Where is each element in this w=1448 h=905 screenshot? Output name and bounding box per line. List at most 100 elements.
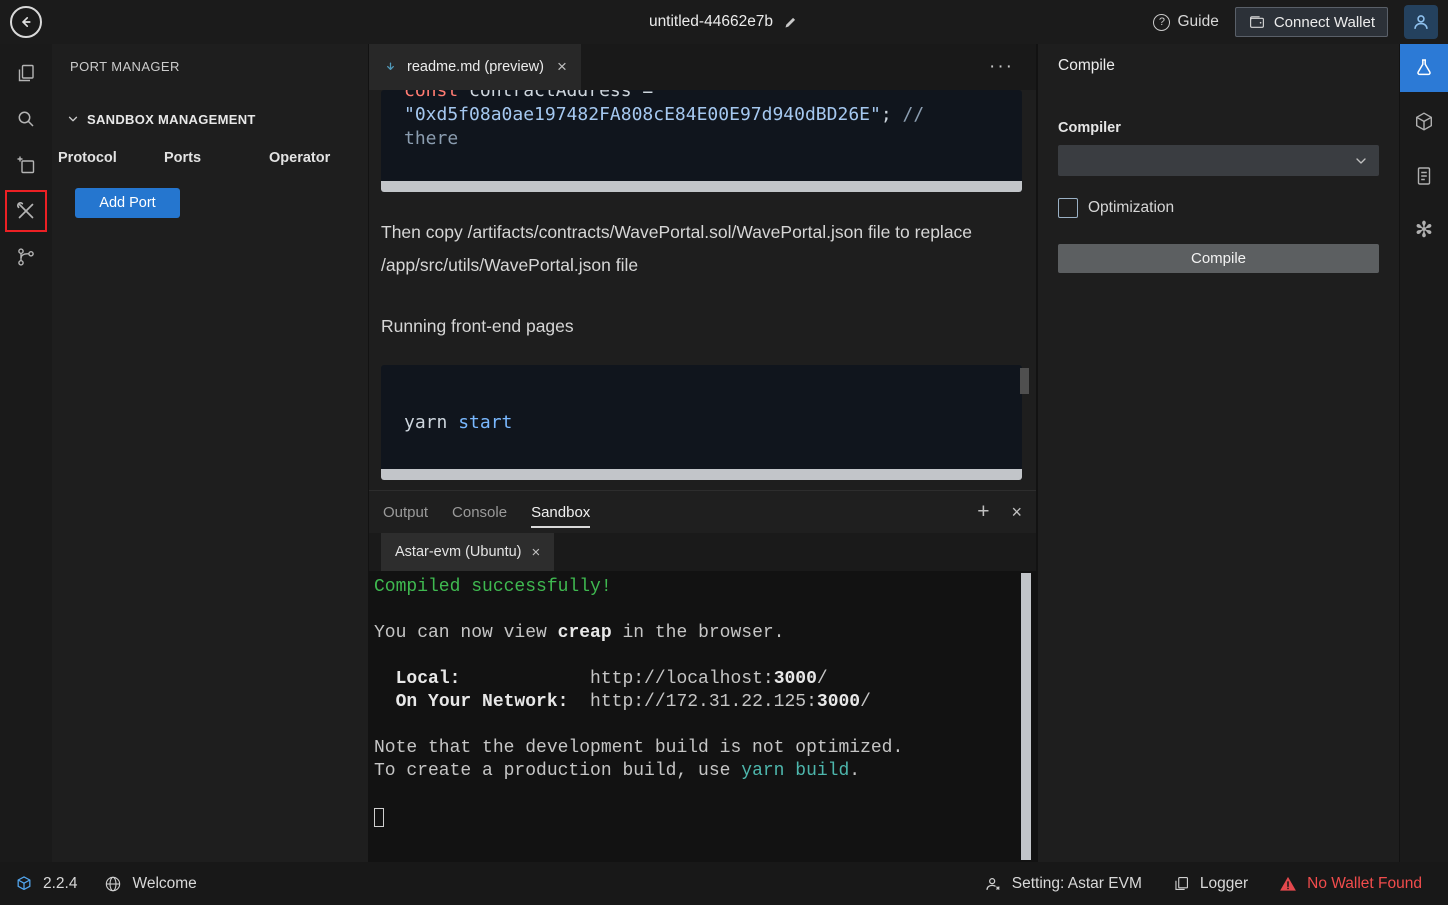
horizontal-scrollbar[interactable] bbox=[381, 469, 1022, 480]
cube-icon bbox=[14, 874, 34, 894]
paragraph-running-frontend: Running front-end pages bbox=[381, 310, 995, 343]
activity-item-plugin[interactable] bbox=[0, 142, 52, 188]
optimization-checkbox[interactable] bbox=[1058, 198, 1078, 218]
activity-item-tools[interactable] bbox=[0, 188, 52, 234]
vertical-scrollbar-thumb[interactable] bbox=[1020, 368, 1029, 394]
section-label: SANDBOX MANAGEMENT bbox=[87, 112, 256, 127]
back-icon bbox=[16, 12, 36, 32]
git-branch-icon bbox=[14, 245, 38, 269]
terminal-line: Local: http://localhost:3000/ bbox=[374, 668, 1036, 691]
ai-assistant-icon: ✻ bbox=[1415, 219, 1433, 241]
column-protocol: Protocol bbox=[58, 150, 164, 166]
optimization-row: Optimization bbox=[1058, 198, 1379, 218]
right-item-compile[interactable] bbox=[1400, 44, 1448, 92]
column-ports: Ports bbox=[164, 150, 269, 166]
chevron-down-icon bbox=[1353, 153, 1369, 169]
setting-item[interactable]: Setting: Astar EVM bbox=[983, 874, 1142, 894]
version-item[interactable]: 2.2.4 bbox=[14, 874, 77, 894]
session-tab-label: Astar-evm (Ubuntu) bbox=[395, 544, 522, 560]
port-manager-sidebar: PORT MANAGER SANDBOX MANAGEMENT Protocol… bbox=[52, 44, 368, 862]
terminal-line bbox=[374, 599, 1036, 622]
search-icon bbox=[14, 107, 38, 131]
tools-icon bbox=[14, 199, 38, 223]
guide-button[interactable]: ? Guide bbox=[1153, 13, 1218, 31]
column-operator: Operator bbox=[269, 150, 330, 166]
logger-label: Logger bbox=[1200, 875, 1248, 893]
compile-icon bbox=[1412, 56, 1436, 80]
markdown-icon bbox=[383, 60, 398, 75]
version-label: 2.2.4 bbox=[43, 875, 77, 893]
terminal-line bbox=[374, 645, 1036, 668]
no-wallet-item[interactable]: No Wallet Found bbox=[1278, 874, 1422, 894]
right-item-contract[interactable] bbox=[1400, 152, 1448, 200]
right-item-deploy[interactable] bbox=[1400, 98, 1448, 146]
new-terminal-icon[interactable]: + bbox=[977, 500, 989, 524]
back-button[interactable] bbox=[10, 6, 42, 38]
terminal-line bbox=[374, 714, 1036, 737]
compiler-label: Compiler bbox=[1058, 120, 1379, 136]
deploy-icon bbox=[1412, 110, 1436, 134]
port-table-header: Protocol Ports Operator bbox=[52, 150, 368, 166]
section-sandbox-management[interactable]: SANDBOX MANAGEMENT bbox=[52, 104, 368, 134]
setting-label: Setting: Astar EVM bbox=[1012, 875, 1142, 893]
logger-icon bbox=[1172, 874, 1191, 893]
activity-item-search[interactable] bbox=[0, 96, 52, 142]
no-wallet-label: No Wallet Found bbox=[1307, 875, 1422, 893]
welcome-item[interactable]: Welcome bbox=[103, 874, 196, 894]
edit-icon[interactable] bbox=[782, 14, 799, 31]
avatar-person-icon bbox=[1410, 11, 1432, 33]
horizontal-scrollbar[interactable] bbox=[381, 181, 1022, 192]
terminal-line: To create a production build, use yarn b… bbox=[374, 760, 1036, 783]
paragraph-copy-instructions: Then copy /artifacts/contracts/WavePorta… bbox=[381, 216, 995, 282]
welcome-label: Welcome bbox=[132, 875, 196, 893]
bottom-panel: Output Console Sandbox + × Astar-evm (Ub… bbox=[369, 490, 1036, 862]
terminal-line: Compiled successfully! bbox=[374, 576, 1036, 599]
compiler-select[interactable] bbox=[1058, 145, 1379, 176]
session-tab-astar-evm[interactable]: Astar-evm (Ubuntu) × bbox=[381, 533, 554, 571]
close-panel-icon[interactable]: × bbox=[1011, 502, 1022, 523]
person-icon bbox=[983, 874, 1003, 894]
terminal-line: Note that the development build is not o… bbox=[374, 737, 1036, 760]
statusbar-left: 2.2.4 Welcome bbox=[14, 874, 197, 894]
chevron-down-icon bbox=[66, 112, 80, 126]
code-block-content: yarn start bbox=[381, 365, 1022, 469]
guide-label: Guide bbox=[1177, 13, 1218, 31]
help-icon: ? bbox=[1153, 14, 1170, 31]
close-session-icon[interactable]: × bbox=[532, 544, 541, 561]
right-activity-bar: ✻ bbox=[1399, 44, 1448, 862]
panel-tab-console[interactable]: Console bbox=[452, 491, 507, 533]
code-block-contract-address: const contractAddress ="0xd5f08a0ae19748… bbox=[381, 90, 1022, 192]
warning-icon bbox=[1278, 874, 1298, 894]
annotation-highlight-box bbox=[5, 190, 47, 232]
connect-wallet-button[interactable]: Connect Wallet bbox=[1235, 7, 1388, 37]
more-actions-button[interactable]: ··· bbox=[989, 44, 1014, 90]
close-icon[interactable]: × bbox=[557, 57, 567, 77]
avatar[interactable] bbox=[1404, 5, 1438, 39]
project-title-wrap: untitled-44662e7b bbox=[649, 0, 799, 44]
contract-icon bbox=[1412, 164, 1436, 188]
compile-panel-body: Compiler Optimization Compile bbox=[1038, 88, 1399, 273]
right-item-ai-assistant[interactable]: ✻ bbox=[1400, 206, 1448, 254]
statusbar: 2.2.4 Welcome bbox=[0, 862, 1448, 905]
code-line: there bbox=[404, 127, 1022, 151]
compile-button[interactable]: Compile bbox=[1058, 244, 1379, 273]
terminal-line: On Your Network: http://172.31.22.125:30… bbox=[374, 691, 1036, 714]
activity-item-files[interactable] bbox=[0, 50, 52, 96]
optimization-label: Optimization bbox=[1088, 199, 1174, 217]
app-window: untitled-44662e7b ? Guide bbox=[0, 0, 1448, 905]
terminal[interactable]: Compiled successfully! You can now view … bbox=[369, 571, 1036, 862]
globe-icon bbox=[103, 874, 123, 894]
add-port-button[interactable]: Add Port bbox=[75, 188, 180, 218]
panel-tab-output[interactable]: Output bbox=[383, 491, 428, 533]
topbar-right: ? Guide Connect Wallet bbox=[1153, 5, 1438, 39]
terminal-cursor-line bbox=[374, 806, 1036, 829]
wallet-icon bbox=[1248, 13, 1266, 31]
tab-readme-preview[interactable]: readme.md (preview) × bbox=[369, 44, 581, 90]
activity-item-git[interactable] bbox=[0, 234, 52, 280]
logger-item[interactable]: Logger bbox=[1172, 874, 1248, 893]
terminal-session-row: Astar-evm (Ubuntu) × bbox=[369, 533, 1036, 571]
terminal-cursor bbox=[374, 808, 384, 827]
panel-tab-sandbox[interactable]: Sandbox bbox=[531, 491, 590, 533]
editor-tabbar: readme.md (preview) × ··· bbox=[369, 44, 1036, 90]
terminal-scrollbar[interactable] bbox=[1021, 573, 1031, 860]
